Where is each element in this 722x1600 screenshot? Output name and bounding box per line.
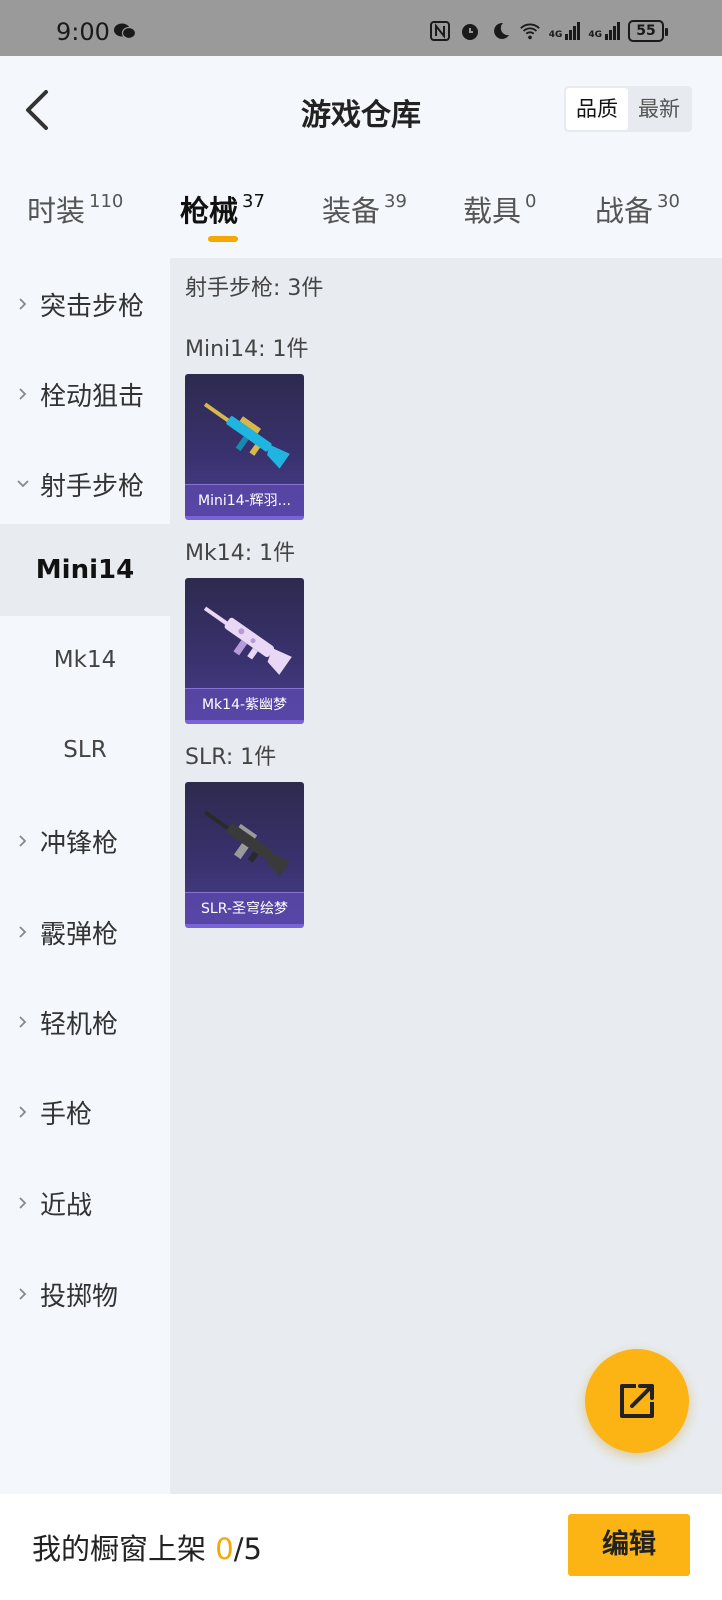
tab-count: 39 bbox=[384, 191, 407, 212]
battery-indicator: 55 bbox=[628, 20, 668, 42]
group-title-mk14: Mk14: 1件 bbox=[185, 541, 296, 566]
tab-firearms[interactable]: 枪械 37 bbox=[180, 188, 265, 230]
sidebar-subitem-slr[interactable]: SLR bbox=[0, 704, 170, 796]
wifi-icon bbox=[519, 23, 540, 40]
tab-vehicles[interactable]: 载具 0 bbox=[463, 188, 536, 230]
item-name: Mk14-紫幽梦 bbox=[185, 688, 304, 720]
chevron-right-icon bbox=[19, 1197, 27, 1209]
sidebar-item-label: 冲锋枪 bbox=[40, 828, 119, 859]
edit-button[interactable]: 编辑 bbox=[568, 1514, 690, 1576]
sidebar-item-label: 射手步枪 bbox=[40, 471, 145, 502]
status-time: 9:00 bbox=[56, 18, 110, 46]
sort-option-quality[interactable]: 品质 bbox=[566, 88, 628, 130]
sidebar-item-label: 霰弹枪 bbox=[40, 919, 119, 950]
status-icons: 4G 4G 55 bbox=[429, 20, 668, 42]
alarm-icon bbox=[461, 24, 478, 40]
signal-icon-1: 4G bbox=[549, 22, 581, 40]
item-card-slr[interactable]: SLR-圣穹绘梦 bbox=[185, 782, 304, 928]
network-type-1: 4G bbox=[548, 30, 563, 40]
item-list: 射手步枪: 3件 Mini14: 1件 Mini14-辉羽... Mk14: 1… bbox=[170, 258, 722, 1494]
tab-label: 载具 bbox=[463, 194, 522, 228]
item-card-mini14[interactable]: Mini14-辉羽... bbox=[185, 374, 304, 520]
share-button[interactable] bbox=[585, 1349, 689, 1453]
sidebar-item-label: 手枪 bbox=[40, 1099, 93, 1130]
group-title-slr: SLR: 1件 bbox=[185, 745, 277, 770]
rifle-image bbox=[203, 402, 290, 469]
tab-equipment[interactable]: 装备 39 bbox=[322, 188, 407, 230]
sidebar-item-bolt-sniper[interactable]: 栓动狙击 bbox=[0, 348, 170, 440]
tab-supplies[interactable]: 战备 30 bbox=[595, 188, 680, 230]
tab-label: 战备 bbox=[595, 194, 654, 228]
item-card-mk14[interactable]: Mk14-紫幽梦 bbox=[185, 578, 304, 724]
chevron-right-icon bbox=[19, 835, 27, 847]
chevron-right-icon bbox=[19, 298, 27, 310]
category-tabs: 时装 110 枪械 37 装备 39 载具 0 战备 30 bbox=[0, 166, 722, 258]
chevron-down-icon bbox=[17, 480, 29, 488]
tab-label: 装备 bbox=[322, 194, 381, 228]
tab-count: 0 bbox=[525, 191, 537, 212]
sidebar: 突击步枪 栓动狙击 射手步枪 Mini14 Mk14 SLR 冲锋枪 霰弹枪 轻… bbox=[0, 258, 170, 1494]
sidebar-item-label: 轻机枪 bbox=[40, 1009, 119, 1040]
sidebar-item-pistol[interactable]: 手枪 bbox=[0, 1066, 170, 1158]
showcase-total: /5 bbox=[233, 1532, 262, 1566]
chevron-right-icon bbox=[19, 1106, 27, 1118]
tab-count: 37 bbox=[242, 191, 265, 212]
moon-icon bbox=[493, 22, 509, 39]
sort-option-latest[interactable]: 最新 bbox=[628, 88, 690, 130]
sidebar-item-assault-rifle[interactable]: 突击步枪 bbox=[0, 258, 170, 350]
chevron-right-icon bbox=[19, 926, 27, 938]
item-name: Mini14-辉羽... bbox=[185, 484, 304, 516]
showcase-status: 我的橱窗上架 0/5 bbox=[32, 1526, 262, 1568]
signal-icon-2: 4G bbox=[588, 22, 620, 40]
sidebar-item-marksman-rifle[interactable]: 射手步枪 bbox=[0, 438, 170, 530]
rifle-image bbox=[203, 606, 292, 675]
chevron-right-icon bbox=[19, 388, 27, 400]
showcase-label: 我的橱窗上架 bbox=[32, 1532, 207, 1566]
sort-toggle: 品质 最新 bbox=[564, 86, 692, 132]
wechat-icon bbox=[114, 23, 136, 40]
tab-label: 时装 bbox=[27, 194, 86, 228]
rifle-image bbox=[203, 810, 290, 877]
network-type-2: 4G bbox=[588, 30, 602, 40]
tab-label: 枪械 bbox=[180, 194, 239, 228]
header: 游戏仓库 品质 最新 bbox=[0, 56, 722, 166]
item-name: SLR-圣穹绘梦 bbox=[185, 892, 304, 924]
chevron-right-icon bbox=[19, 1288, 27, 1300]
section-title: 射手步枪: 3件 bbox=[185, 276, 324, 301]
chevron-right-icon bbox=[19, 1016, 27, 1028]
group-title-mini14: Mini14: 1件 bbox=[185, 337, 309, 362]
tab-count: 30 bbox=[657, 191, 680, 212]
bottom-bar: 我的橱窗上架 0/5 编辑 bbox=[0, 1494, 722, 1600]
status-bar: 9:00 4G 4G 55 bbox=[0, 0, 722, 56]
nfc-icon bbox=[429, 21, 450, 41]
sidebar-item-label: 近战 bbox=[40, 1190, 93, 1221]
sidebar-item-label: 投掷物 bbox=[40, 1281, 119, 1312]
sidebar-item-label: 突击步枪 bbox=[40, 291, 145, 322]
tab-count: 110 bbox=[89, 191, 124, 212]
sidebar-subitem-mk14[interactable]: Mk14 bbox=[0, 614, 170, 706]
sidebar-subitem-mini14[interactable]: Mini14 bbox=[0, 524, 170, 616]
sidebar-item-lmg[interactable]: 轻机枪 bbox=[0, 976, 170, 1068]
sidebar-item-melee[interactable]: 近战 bbox=[0, 1157, 170, 1249]
sidebar-item-shotgun[interactable]: 霰弹枪 bbox=[0, 886, 170, 978]
tab-fashion[interactable]: 时装 110 bbox=[27, 188, 123, 230]
showcase-current-count: 0 bbox=[215, 1532, 234, 1566]
external-link-icon bbox=[620, 1384, 654, 1418]
active-tab-indicator bbox=[208, 236, 238, 242]
sidebar-item-label: 栓动狙击 bbox=[40, 381, 145, 412]
back-arrow-icon[interactable] bbox=[18, 86, 58, 134]
sidebar-item-throwables[interactable]: 投掷物 bbox=[0, 1248, 170, 1340]
sidebar-item-smg[interactable]: 冲锋枪 bbox=[0, 795, 170, 887]
